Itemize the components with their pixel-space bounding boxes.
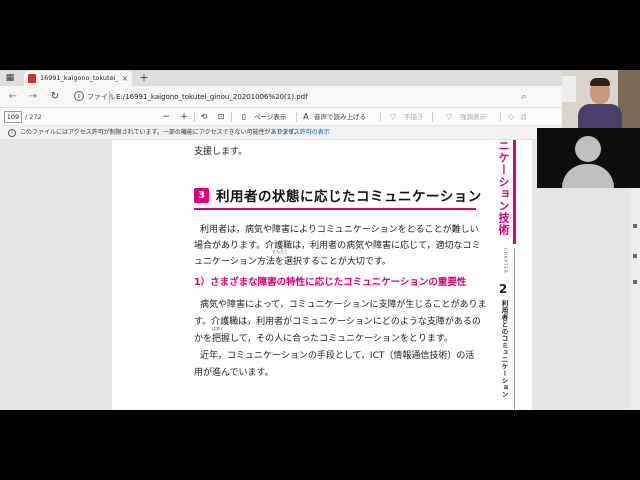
view-permissions-link[interactable]: アクセス許可の表示 (276, 127, 330, 139)
toolbar-divider (432, 112, 433, 122)
side-accent-bar (513, 140, 516, 244)
toolbar-divider (231, 112, 232, 122)
zoom-in-button[interactable]: + (178, 110, 190, 124)
side-chapter-title: ニケーション技術 (497, 140, 510, 236)
forward-arrow-icon[interactable]: → (26, 90, 40, 104)
video-person-hair (590, 78, 610, 86)
avatar-head-icon (575, 136, 601, 162)
video-person-body (578, 104, 622, 128)
section-underline (194, 208, 476, 210)
text-line: す。介護職は，利用者がコミュニケーションにどのような支障があるの (194, 317, 481, 327)
page-view-button[interactable]: ページ表示 (254, 110, 286, 124)
scroll-marker (633, 280, 637, 284)
erase-button[interactable]: 消 (520, 110, 527, 124)
toolbar-divider (194, 112, 195, 122)
subsection-title: 1）さまざまな障害の特性に応じたコミュニケーションの重要性 (194, 277, 467, 288)
text-line: 病気や障害によって，コミュニケーションに支障が生じることがありま (200, 300, 487, 310)
zoom-page-icon[interactable]: ⌕ (518, 91, 530, 103)
tab-title: 16991_kaigono_tokutei_ginou_2 (40, 74, 118, 82)
pdf-page: 支援します。 3 利用者の状態に応じたコミュニケーション 利用者は，病気や障害に… (112, 140, 532, 410)
address-divider (109, 91, 110, 103)
screen: ▦ 16991_kaigono_tokutei_ginou_2 × + ← → … (0, 70, 640, 410)
address-prefix: ファイル (87, 93, 115, 101)
pdf-file-icon (28, 74, 36, 83)
text-line: 近年，コミュニケーションの手段として，ICT（情報通信技術）の活 (200, 351, 475, 361)
back-arrow-icon[interactable]: ← (6, 90, 20, 104)
avatar-body-icon (562, 164, 614, 188)
text-line: かを把握して，その人に合ったコミュニケーションをとります。 (194, 334, 454, 344)
text-line: 利用者は，病気や障害によりコミュニケーションをとることが難しい (200, 225, 479, 235)
side-divider (514, 248, 515, 410)
rotate-icon[interactable]: ⟲ (198, 110, 210, 124)
text-line: 場合があります。介護職は，利用者の病気や障害に応じて，適切なコミ (194, 241, 481, 251)
webcam-video-participant (562, 70, 640, 128)
address-bar: ← → ↻ i ファイル E:/16991_kaigono_tokutei_gi… (0, 86, 640, 108)
site-info-icon[interactable]: i (74, 91, 84, 101)
text-line: 用が進んでいます。 (194, 368, 274, 378)
tab-close-button[interactable]: × (120, 73, 130, 84)
tab-strip: ▦ 16991_kaigono_tokutei_ginou_2 × + (0, 70, 640, 86)
permission-notice-text: このファイルにはアクセス許可が制限されています。一部の機能にアクセスできない可能… (20, 129, 301, 136)
info-icon: i (8, 129, 16, 137)
highlight-icon[interactable]: ▽ (444, 110, 454, 124)
video-window-area (562, 76, 576, 102)
side-chapter-name: 利用者とのコミュニケーション (500, 300, 508, 398)
toolbar-divider (296, 112, 297, 122)
webcam-avatar-tile (537, 128, 640, 188)
scroll-marker (633, 254, 637, 258)
section-title: 利用者の状態に応じたコミュニケーション (216, 189, 482, 205)
page-view-icon[interactable]: ▯ (238, 110, 250, 124)
draw-icon[interactable]: ▽ (388, 110, 398, 124)
draw-button[interactable]: 手描き (404, 110, 424, 124)
new-tab-button[interactable]: + (138, 71, 150, 85)
scroll-marker (633, 224, 637, 228)
zoom-out-button[interactable]: − (160, 110, 172, 124)
text-line: ュニケーション方法を選択することが大切です。 (194, 257, 391, 267)
side-chapter-number: 2 (498, 282, 508, 296)
tab-pdf-document[interactable]: 16991_kaigono_tokutei_ginou_2 × (24, 71, 132, 86)
page-total: / 272 (25, 113, 42, 121)
pdf-toolbar: / 272 − + ⟲ ⊡ ▯ ページ表示 A 音声で読み上げる ▽ 手描き ▽… (0, 108, 640, 126)
read-aloud-button[interactable]: 音声で読み上げる (314, 110, 366, 124)
toolbar-divider (380, 112, 381, 122)
fit-page-icon[interactable]: ⊡ (215, 110, 227, 124)
toolbar-divider (500, 112, 501, 122)
url-field[interactable]: E:/16991_kaigono_tokutei_ginou_20201006%… (116, 91, 308, 103)
page-number-input[interactable] (4, 111, 22, 123)
refresh-icon[interactable]: ↻ (48, 90, 62, 104)
highlight-button[interactable]: 強調表示 (460, 110, 486, 124)
read-aloud-icon[interactable]: A (300, 110, 312, 124)
erase-icon[interactable]: ◇ (506, 110, 516, 124)
window-menu-icon[interactable]: ▦ (4, 72, 16, 84)
section-number-badge: 3 (194, 188, 209, 203)
text-line: 支援します。 (194, 147, 248, 157)
